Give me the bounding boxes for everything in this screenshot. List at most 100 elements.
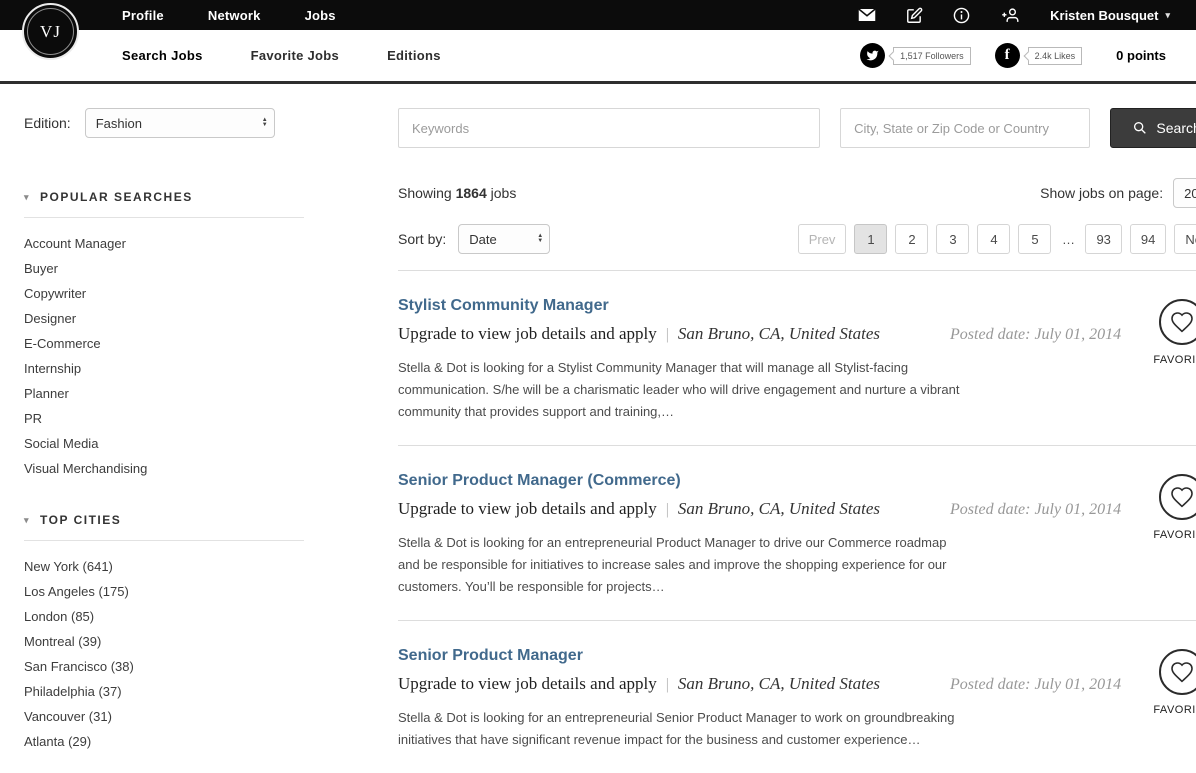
compose-icon[interactable]: [906, 7, 923, 24]
top-cities-section: ▾ TOP CITIES New York (641) Los Angeles …: [24, 513, 304, 754]
popular-search-link[interactable]: Designer: [24, 306, 304, 331]
location-input[interactable]: [840, 108, 1090, 148]
pagination-page-2[interactable]: 2: [895, 224, 928, 254]
favorite-label: FAVORITE: [1153, 354, 1196, 366]
top-city-link[interactable]: Vancouver (31): [24, 704, 304, 729]
job-posted-date: Posted date: July 01, 2014: [950, 676, 1121, 694]
user-name: Kristen Bousquet: [1050, 8, 1158, 23]
popular-search-link[interactable]: PR: [24, 406, 304, 431]
messages-icon[interactable]: [858, 8, 876, 22]
keywords-input[interactable]: [398, 108, 820, 148]
edition-select[interactable]: Fashion ▲▼: [85, 108, 275, 138]
job-body: Senior Product Manager (Commerce) Upgrad…: [398, 472, 1121, 598]
popular-search-link[interactable]: Buyer: [24, 256, 304, 281]
popular-search-link[interactable]: Visual Merchandising: [24, 456, 304, 481]
popular-search-link[interactable]: Social Media: [24, 431, 304, 456]
info-icon[interactable]: [953, 7, 970, 24]
job-description: Stella & Dot is looking for an entrepren…: [398, 707, 960, 751]
top-city-link[interactable]: Los Angeles (175): [24, 579, 304, 604]
add-user-icon[interactable]: [1000, 7, 1020, 24]
list-item: London (85): [24, 604, 304, 629]
separator: |: [666, 326, 669, 344]
favorite-button[interactable]: FAVORITE: [1141, 297, 1196, 423]
pagination: Prev 1 2 3 4 5 … 93 94 Next: [798, 224, 1196, 254]
tab-favorite-jobs[interactable]: Favorite Jobs: [251, 48, 339, 63]
popular-search-link[interactable]: Planner: [24, 381, 304, 406]
pagination-page-4[interactable]: 4: [977, 224, 1010, 254]
job-location: San Bruno, CA, United States: [678, 674, 880, 694]
pagination-page-94[interactable]: 94: [1130, 224, 1166, 254]
heart-icon: [1159, 649, 1196, 695]
per-page-value: 20: [1184, 186, 1196, 201]
favorite-button[interactable]: FAVORITE: [1141, 472, 1196, 598]
separator: |: [666, 676, 669, 694]
job-listing: Senior Product Manager (Commerce) Upgrad…: [398, 445, 1196, 620]
popular-search-link[interactable]: Internship: [24, 356, 304, 381]
job-subtitle: Upgrade to view job details and apply | …: [398, 499, 1121, 519]
tab-editions[interactable]: Editions: [387, 48, 441, 63]
top-city-link[interactable]: Atlanta (29): [24, 729, 304, 754]
sort-pagination-row: Sort by: Date ▲▼ Prev 1 2 3 4 5 … 93 94 …: [398, 224, 1196, 254]
job-title-link[interactable]: Stylist Community Manager: [398, 297, 1121, 315]
favorite-button[interactable]: FAVORITE: [1141, 647, 1196, 751]
list-item: Designer: [24, 306, 304, 331]
popular-search-link[interactable]: E-Commerce: [24, 331, 304, 356]
pagination-page-93[interactable]: 93: [1085, 224, 1121, 254]
job-title-link[interactable]: Senior Product Manager (Commerce): [398, 472, 1121, 490]
nav-network[interactable]: Network: [208, 8, 261, 23]
nav-profile[interactable]: Profile: [122, 8, 164, 23]
popular-searches-section: ▾ POPULAR SEARCHES Account Manager Buyer…: [24, 190, 304, 481]
heart-icon: [1159, 474, 1196, 520]
collapse-caret-icon[interactable]: ▾: [24, 192, 30, 203]
sort-label: Sort by:: [398, 231, 446, 247]
sort-select[interactable]: Date ▲▼: [458, 224, 550, 254]
list-item: Copywriter: [24, 281, 304, 306]
tab-search-jobs[interactable]: Search Jobs: [122, 48, 203, 63]
top-cities-title: TOP CITIES: [40, 513, 121, 527]
popular-search-link[interactable]: Account Manager: [24, 231, 304, 256]
results-count: Showing 1864 jobs: [398, 185, 516, 201]
separator: |: [666, 501, 669, 519]
list-item: Buyer: [24, 256, 304, 281]
popular-searches-title: POPULAR SEARCHES: [40, 190, 193, 204]
job-listing: Stylist Community Manager Upgrade to vie…: [398, 270, 1196, 445]
heart-icon: [1159, 299, 1196, 345]
search-button[interactable]: Search: [1110, 108, 1196, 148]
facebook-icon[interactable]: f: [995, 43, 1020, 68]
list-item: Account Manager: [24, 231, 304, 256]
job-posted-date: Posted date: July 01, 2014: [950, 326, 1121, 344]
pagination-next[interactable]: Next: [1174, 224, 1196, 254]
job-description: Stella & Dot is looking for an entrepren…: [398, 532, 960, 598]
pagination-page-1[interactable]: 1: [854, 224, 887, 254]
list-item: Vancouver (31): [24, 704, 304, 729]
popular-search-link[interactable]: Copywriter: [24, 281, 304, 306]
list-item: Visual Merchandising: [24, 456, 304, 481]
job-location: San Bruno, CA, United States: [678, 324, 880, 344]
sidebar: Edition: Fashion ▲▼ ▾ POPULAR SEARCHES A…: [24, 108, 304, 773]
collapse-caret-icon[interactable]: ▾: [24, 515, 30, 526]
per-page-control: Show jobs on page: 20 ▲▼: [1040, 178, 1196, 208]
top-city-link[interactable]: San Francisco (38): [24, 654, 304, 679]
top-city-link[interactable]: Montreal (39): [24, 629, 304, 654]
top-city-link[interactable]: Philadelphia (37): [24, 679, 304, 704]
popular-searches-heading: ▾ POPULAR SEARCHES: [24, 190, 304, 218]
site-logo[interactable]: VJ: [22, 3, 79, 60]
list-item: Planner: [24, 381, 304, 406]
social-bar: 1,517 Followers f 2.4k Likes 0 points: [860, 43, 1166, 68]
list-item: Los Angeles (175): [24, 579, 304, 604]
top-city-link[interactable]: London (85): [24, 604, 304, 629]
job-title-link[interactable]: Senior Product Manager: [398, 647, 1121, 665]
nav-jobs[interactable]: Jobs: [305, 8, 336, 23]
popular-searches-list: Account Manager Buyer Copywriter Designe…: [24, 231, 304, 481]
pagination-prev[interactable]: Prev: [798, 224, 847, 254]
select-stepper-icon: ▲▼: [537, 234, 543, 244]
pagination-page-3[interactable]: 3: [936, 224, 969, 254]
job-body: Stylist Community Manager Upgrade to vie…: [398, 297, 1121, 423]
user-menu[interactable]: Kristen Bousquet ▾: [1050, 8, 1170, 23]
twitter-icon[interactable]: [860, 43, 885, 68]
pagination-page-5[interactable]: 5: [1018, 224, 1051, 254]
select-stepper-icon: ▲▼: [262, 118, 268, 128]
job-description: Stella & Dot is looking for a Stylist Co…: [398, 357, 960, 423]
top-city-link[interactable]: New York (641): [24, 554, 304, 579]
per-page-select[interactable]: 20 ▲▼: [1173, 178, 1196, 208]
